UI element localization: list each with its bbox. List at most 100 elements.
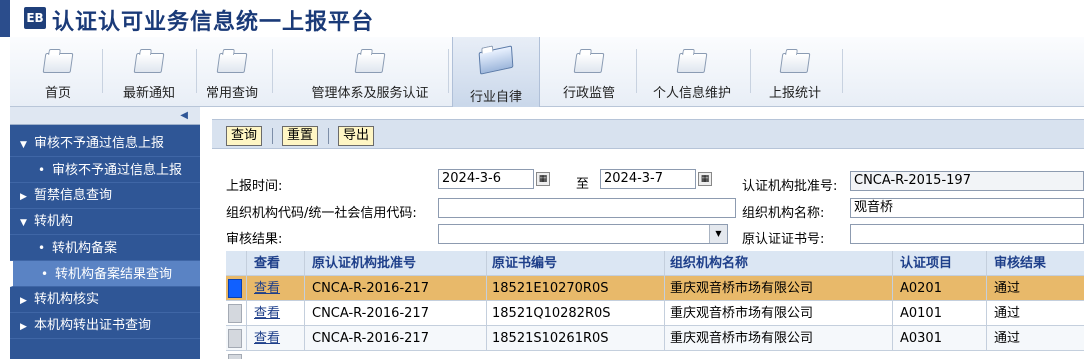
cell-item: A0101: [900, 306, 942, 321]
cell-result: 通过: [994, 281, 1021, 296]
sidebar-label: 转机构备案: [52, 241, 118, 256]
sidebar-group-suspension-query[interactable]: ▶ 暂禁信息查询: [10, 183, 200, 209]
orig-cert-label: 原认证证书号:: [742, 232, 825, 247]
toolbar-management-system-label: 管理体系及服务认证: [311, 86, 429, 101]
column-header-view: 查看: [254, 256, 281, 271]
row-selector[interactable]: [228, 329, 242, 348]
chevron-down-icon[interactable]: ▼: [709, 225, 727, 243]
sidebar: ◀ ▼ 审核不予通过信息上报 • 审核不予通过信息上报 ▶ 暂禁信息查询 ▼ 转机构 •…: [10, 107, 200, 359]
date-from-input[interactable]: 2024-3-6: [438, 169, 534, 189]
app-logo-icon: EB: [24, 7, 46, 29]
caret-down-icon: ▼: [20, 140, 27, 150]
org-code-input[interactable]: [438, 198, 736, 218]
sidebar-header: ◀: [10, 107, 200, 125]
folder-open-icon: [478, 45, 514, 75]
audit-result-label: 审核结果:: [226, 232, 283, 247]
caret-right-icon: ▶: [20, 296, 27, 306]
main-toolbar: 首页 最新通知 常用查询 管理体系及服务认证 行业自律 行政监管 个人信息维护 …: [10, 37, 1084, 107]
calendar-icon[interactable]: ▦: [698, 172, 712, 186]
caret-right-icon: ▶: [20, 322, 27, 332]
toolbar-common-query[interactable]: 常用查询: [198, 37, 266, 107]
bullet-icon: •: [38, 241, 46, 255]
approval-no-field: CNCA-R-2015-197: [850, 171, 1084, 191]
view-link[interactable]: 查看: [254, 276, 304, 301]
folder-icon: [216, 53, 248, 73]
action-bar: 查询 重置 导出: [212, 119, 1084, 149]
folder-icon: [133, 53, 165, 73]
caret-down-icon: ▼: [20, 218, 27, 228]
title-bar-edge: [0, 0, 10, 37]
date-to-input[interactable]: 2024-3-7: [600, 169, 696, 189]
sidebar-group-audit-reject[interactable]: ▼ 审核不予通过信息上报: [10, 131, 200, 157]
report-time-label: 上报时间:: [226, 179, 283, 194]
view-link[interactable]: 查看: [254, 301, 304, 326]
main-content: 查询 重置 导出 上报时间: 2024-3-6 ▦ 至 2024-3-7 ▦ 认…: [212, 107, 1084, 359]
sidebar-label: 转机构: [34, 214, 74, 229]
cell-item: A0301: [900, 331, 942, 346]
toolbar-management-system[interactable]: 管理体系及服务认证: [300, 37, 440, 107]
row-selector[interactable]: [228, 279, 242, 298]
column-header-orig-approval: 原认证机构批准号: [312, 256, 417, 271]
toolbar-latest-notice-label: 最新通知: [122, 86, 175, 101]
approval-no-label: 认证机构批准号:: [742, 179, 838, 194]
column-header-result: 审核结果: [994, 256, 1047, 271]
toolbar-report-statistics-label: 上报统计: [768, 86, 821, 101]
table-row[interactable]: 查看 CNCA-R-2016-217 18521Q10282R0S 重庆观音桥市…: [226, 301, 1084, 326]
sidebar-group-outgoing-cert-query[interactable]: ▶ 本机构转出证书查询: [10, 313, 200, 339]
cell-orig-cert: 18521S10261R0S: [492, 331, 609, 346]
sidebar-item-audit-reject-report[interactable]: • 审核不予通过信息上报: [10, 157, 200, 183]
toolbar-personal-info[interactable]: 个人信息维护: [642, 37, 742, 107]
toolbar-admin-supervision[interactable]: 行政监管: [548, 37, 630, 107]
view-link[interactable]: 查看: [254, 326, 304, 351]
table-row-partial: [226, 351, 1084, 359]
column-header-orig-cert: 原证书编号: [492, 256, 558, 271]
table-row[interactable]: 查看 CNCA-R-2016-217 18521S10261R0S 重庆观音桥市…: [226, 326, 1084, 351]
cell-orig-cert: 18521Q10282R0S: [492, 306, 611, 321]
collapse-sidebar-icon[interactable]: ◀: [180, 110, 188, 121]
toolbar-personal-info-label: 个人信息维护: [652, 86, 731, 101]
folder-icon: [676, 53, 708, 73]
column-header-item: 认证项目: [900, 256, 953, 271]
toolbar-admin-supervision-label: 行政监管: [562, 86, 615, 101]
cell-org-name: 重庆观音桥市场有限公司: [670, 331, 814, 346]
toolbar-home[interactable]: 首页: [24, 37, 92, 107]
cell-orig-cert: 18521E10270R0S: [492, 281, 609, 296]
row-selector[interactable]: [228, 354, 242, 359]
cell-orig-approval: CNCA-R-2016-217: [312, 281, 429, 296]
app-title: 认证认可业务信息统一上报平台: [52, 10, 375, 35]
cell-result: 通过: [994, 306, 1021, 321]
row-selector[interactable]: [228, 304, 242, 323]
folder-icon: [42, 53, 74, 73]
toolbar-common-query-label: 常用查询: [205, 86, 258, 101]
cell-org-name: 重庆观音桥市场有限公司: [670, 306, 814, 321]
cell-orig-approval: CNCA-R-2016-217: [312, 331, 429, 346]
to-label: 至: [576, 177, 590, 192]
sidebar-label: 暂禁信息查询: [34, 188, 113, 203]
orig-cert-input[interactable]: [850, 224, 1084, 244]
audit-result-select[interactable]: [438, 224, 728, 244]
cell-result: 通过: [994, 331, 1021, 346]
sidebar-item-transfer-filing[interactable]: • 转机构备案: [10, 235, 200, 261]
folder-icon: [354, 53, 386, 73]
reset-button[interactable]: 重置: [282, 126, 319, 146]
table-row[interactable]: 查看 CNCA-R-2016-217 18521E10270R0S 重庆观音桥市…: [226, 276, 1084, 301]
bullet-icon: •: [38, 163, 46, 177]
sidebar-item-transfer-filing-result[interactable]: • 转机构备案结果查询: [10, 261, 200, 287]
toolbar-industry-self-discipline[interactable]: 行业自律: [452, 37, 540, 107]
export-button[interactable]: 导出: [338, 126, 375, 146]
folder-icon: [573, 53, 605, 73]
sidebar-label: 审核不予通过信息上报: [52, 163, 183, 178]
toolbar-report-statistics[interactable]: 上报统计: [758, 37, 832, 107]
query-button[interactable]: 查询: [226, 126, 263, 146]
cell-item: A0201: [900, 281, 942, 296]
bullet-icon: •: [41, 267, 49, 281]
sidebar-group-transfer-verify[interactable]: ▶ 转机构核实: [10, 287, 200, 313]
sidebar-label: 本机构转出证书查询: [34, 318, 152, 333]
title-bar: EB 认证认可业务信息统一上报平台: [0, 0, 1084, 37]
sidebar-group-transfer-org[interactable]: ▼ 转机构: [10, 209, 200, 235]
calendar-icon[interactable]: ▦: [536, 172, 550, 186]
toolbar-latest-notice[interactable]: 最新通知: [108, 37, 190, 107]
sidebar-label: 转机构备案结果查询: [55, 267, 173, 282]
org-name-input[interactable]: 观音桥: [850, 198, 1084, 218]
sidebar-label: 转机构核实: [34, 292, 100, 307]
